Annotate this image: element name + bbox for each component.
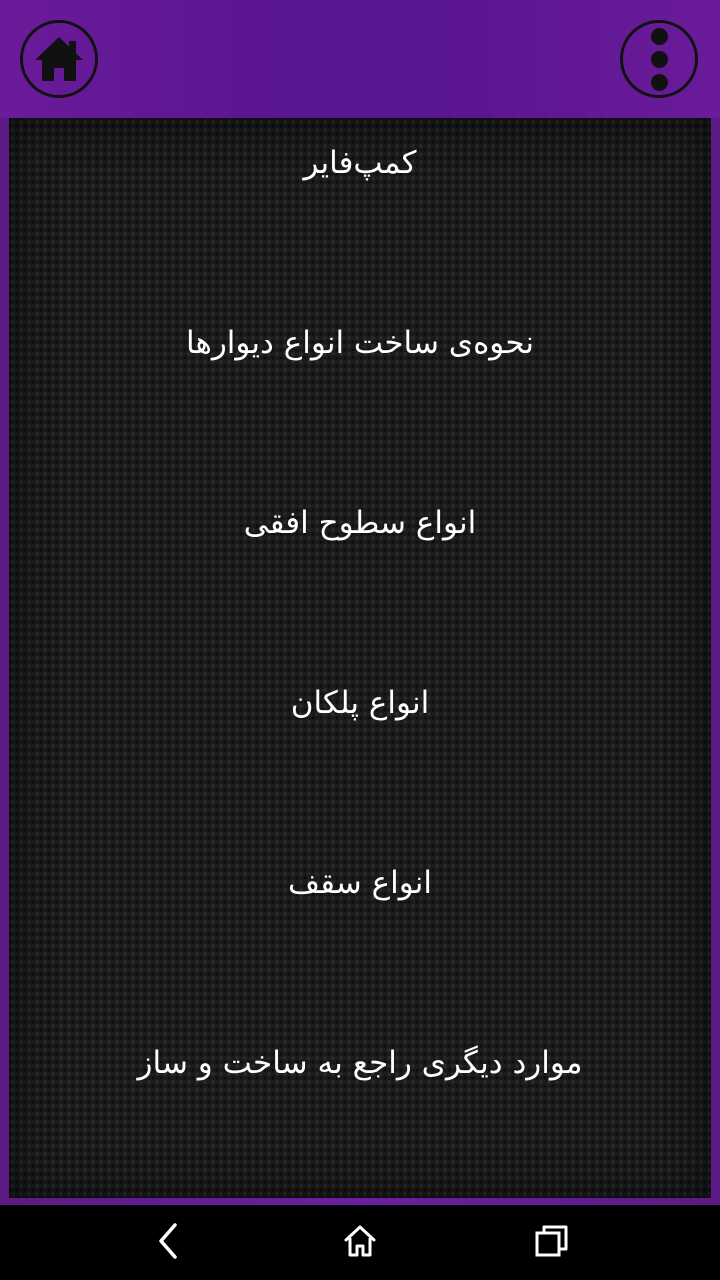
home-button[interactable] <box>20 20 98 98</box>
menu-item-walls[interactable]: نحوه‌ی ساخت انواع دیوارها <box>9 298 711 388</box>
menu-item-label: انواع سقف <box>288 865 432 901</box>
nav-back-button[interactable] <box>138 1213 198 1269</box>
menu-item-label: کمپ‌فایر <box>303 145 417 181</box>
app-header <box>0 0 720 118</box>
menu-item-stairs[interactable]: انواع پلکان <box>9 658 711 748</box>
recent-apps-icon <box>535 1225 568 1257</box>
home-icon <box>35 37 83 81</box>
menu-list: کمپ‌فایر نحوه‌ی ساخت انواع دیوارها انواع… <box>9 118 711 1198</box>
overflow-menu-button[interactable] <box>620 20 698 98</box>
menu-item-floors[interactable]: انواع سطوح افقی <box>9 478 711 568</box>
home-outline-icon <box>344 1225 376 1257</box>
menu-item-campfire[interactable]: کمپ‌فایر <box>9 118 711 208</box>
system-nav-bar <box>0 1205 720 1280</box>
menu-item-label: انواع سطوح افقی <box>243 505 477 541</box>
app-screen: کمپ‌فایر نحوه‌ی ساخت انواع دیوارها انواع… <box>0 0 720 1280</box>
menu-item-label: انواع پلکان <box>290 685 430 721</box>
menu-item-label: نحوه‌ی ساخت انواع دیوارها <box>186 325 534 361</box>
back-icon <box>159 1223 177 1259</box>
menu-item-label: موارد دیگری راجع به ساخت و ساز <box>137 1045 583 1081</box>
nav-recents-button[interactable] <box>522 1213 582 1269</box>
nav-home-button[interactable] <box>330 1213 390 1269</box>
menu-item-other-building[interactable]: موارد دیگری راجع به ساخت و ساز <box>9 1018 711 1108</box>
overflow-menu-icon <box>650 27 668 91</box>
menu-item-roofs[interactable]: انواع سقف <box>9 838 711 928</box>
